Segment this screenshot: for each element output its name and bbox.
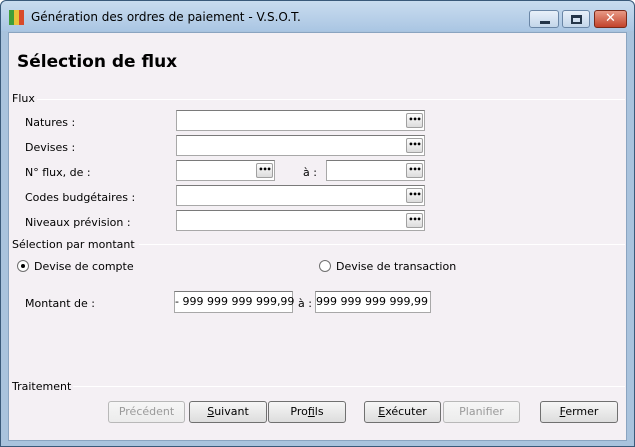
window: Génération des ordres de paiement - V.S.…: [0, 0, 635, 447]
executer-button[interactable]: Exécuter: [364, 401, 441, 423]
natures-label: Natures :: [25, 116, 76, 129]
radio-devise-compte-label[interactable]: Devise de compte: [34, 260, 134, 273]
maximize-icon: [571, 15, 582, 24]
radio-devise-transaction-label[interactable]: Devise de transaction: [336, 260, 456, 273]
nflux-to-input[interactable]: •••: [326, 160, 425, 181]
natures-ellipsis-icon[interactable]: •••: [406, 113, 423, 128]
minimize-icon: [540, 21, 550, 24]
niveaux-prevision-label: Niveaux prévision :: [25, 216, 131, 229]
flux-group-title: Flux: [12, 92, 37, 105]
nflux-label: N° flux, de :: [25, 166, 91, 179]
devises-label: Devises :: [25, 141, 76, 154]
traitement-group-title: Traitement: [12, 380, 74, 393]
dialog-client-area: Sélection de flux Flux Natures : ••• Dev…: [8, 32, 627, 441]
suivant-button[interactable]: Suivant: [189, 401, 267, 423]
close-icon: ✕: [605, 11, 616, 26]
fermer-button[interactable]: Fermer: [540, 401, 618, 423]
montant-label: Montant: [25, 297, 71, 310]
codes-ellipsis-icon[interactable]: •••: [406, 188, 423, 203]
flux-group-divider: [37, 99, 625, 100]
nflux-from-ellipsis-icon[interactable]: •••: [256, 163, 273, 178]
montant-group-divider: [139, 244, 625, 245]
app-icon: [9, 10, 25, 25]
devises-input[interactable]: •••: [176, 135, 425, 156]
maximize-button[interactable]: [562, 10, 590, 28]
nflux-from-input[interactable]: •••: [176, 160, 275, 181]
niveaux-ellipsis-icon[interactable]: •••: [406, 213, 423, 228]
montant-a-label: à :: [298, 297, 312, 310]
radio-devise-transaction[interactable]: [319, 260, 331, 272]
codes-budgetaires-input[interactable]: •••: [176, 185, 425, 206]
profils-button[interactable]: Profils: [268, 401, 346, 423]
title-bar[interactable]: Génération des ordres de paiement - V.S.…: [1, 1, 634, 31]
radio-devise-compte[interactable]: [17, 260, 29, 272]
natures-input[interactable]: •••: [176, 110, 425, 131]
codes-budgetaires-label: Codes budgétaires :: [25, 191, 136, 204]
radio-selected-dot: [21, 264, 25, 268]
nflux-to-ellipsis-icon[interactable]: •••: [406, 163, 423, 178]
minimize-button[interactable]: [529, 10, 559, 28]
window-title: Génération des ordres de paiement - V.S.…: [31, 10, 301, 24]
montant-group-title: Sélection par montant: [12, 238, 137, 251]
page-title: Sélection de flux: [17, 52, 178, 72]
montant-max-input[interactable]: 999 999 999 999,99: [315, 291, 431, 313]
planifier-button[interactable]: Planifier: [443, 401, 520, 423]
montant-min-input[interactable]: - 999 999 999 999,99: [174, 291, 294, 313]
precedent-button[interactable]: Précédent: [108, 401, 185, 423]
close-button[interactable]: ✕: [594, 10, 627, 28]
montant-de-label: de :: [74, 297, 95, 310]
nflux-to-label: à :: [303, 166, 317, 179]
traitement-group-divider: [69, 386, 625, 387]
devises-ellipsis-icon[interactable]: •••: [406, 138, 423, 153]
niveaux-prevision-input[interactable]: •••: [176, 210, 425, 231]
